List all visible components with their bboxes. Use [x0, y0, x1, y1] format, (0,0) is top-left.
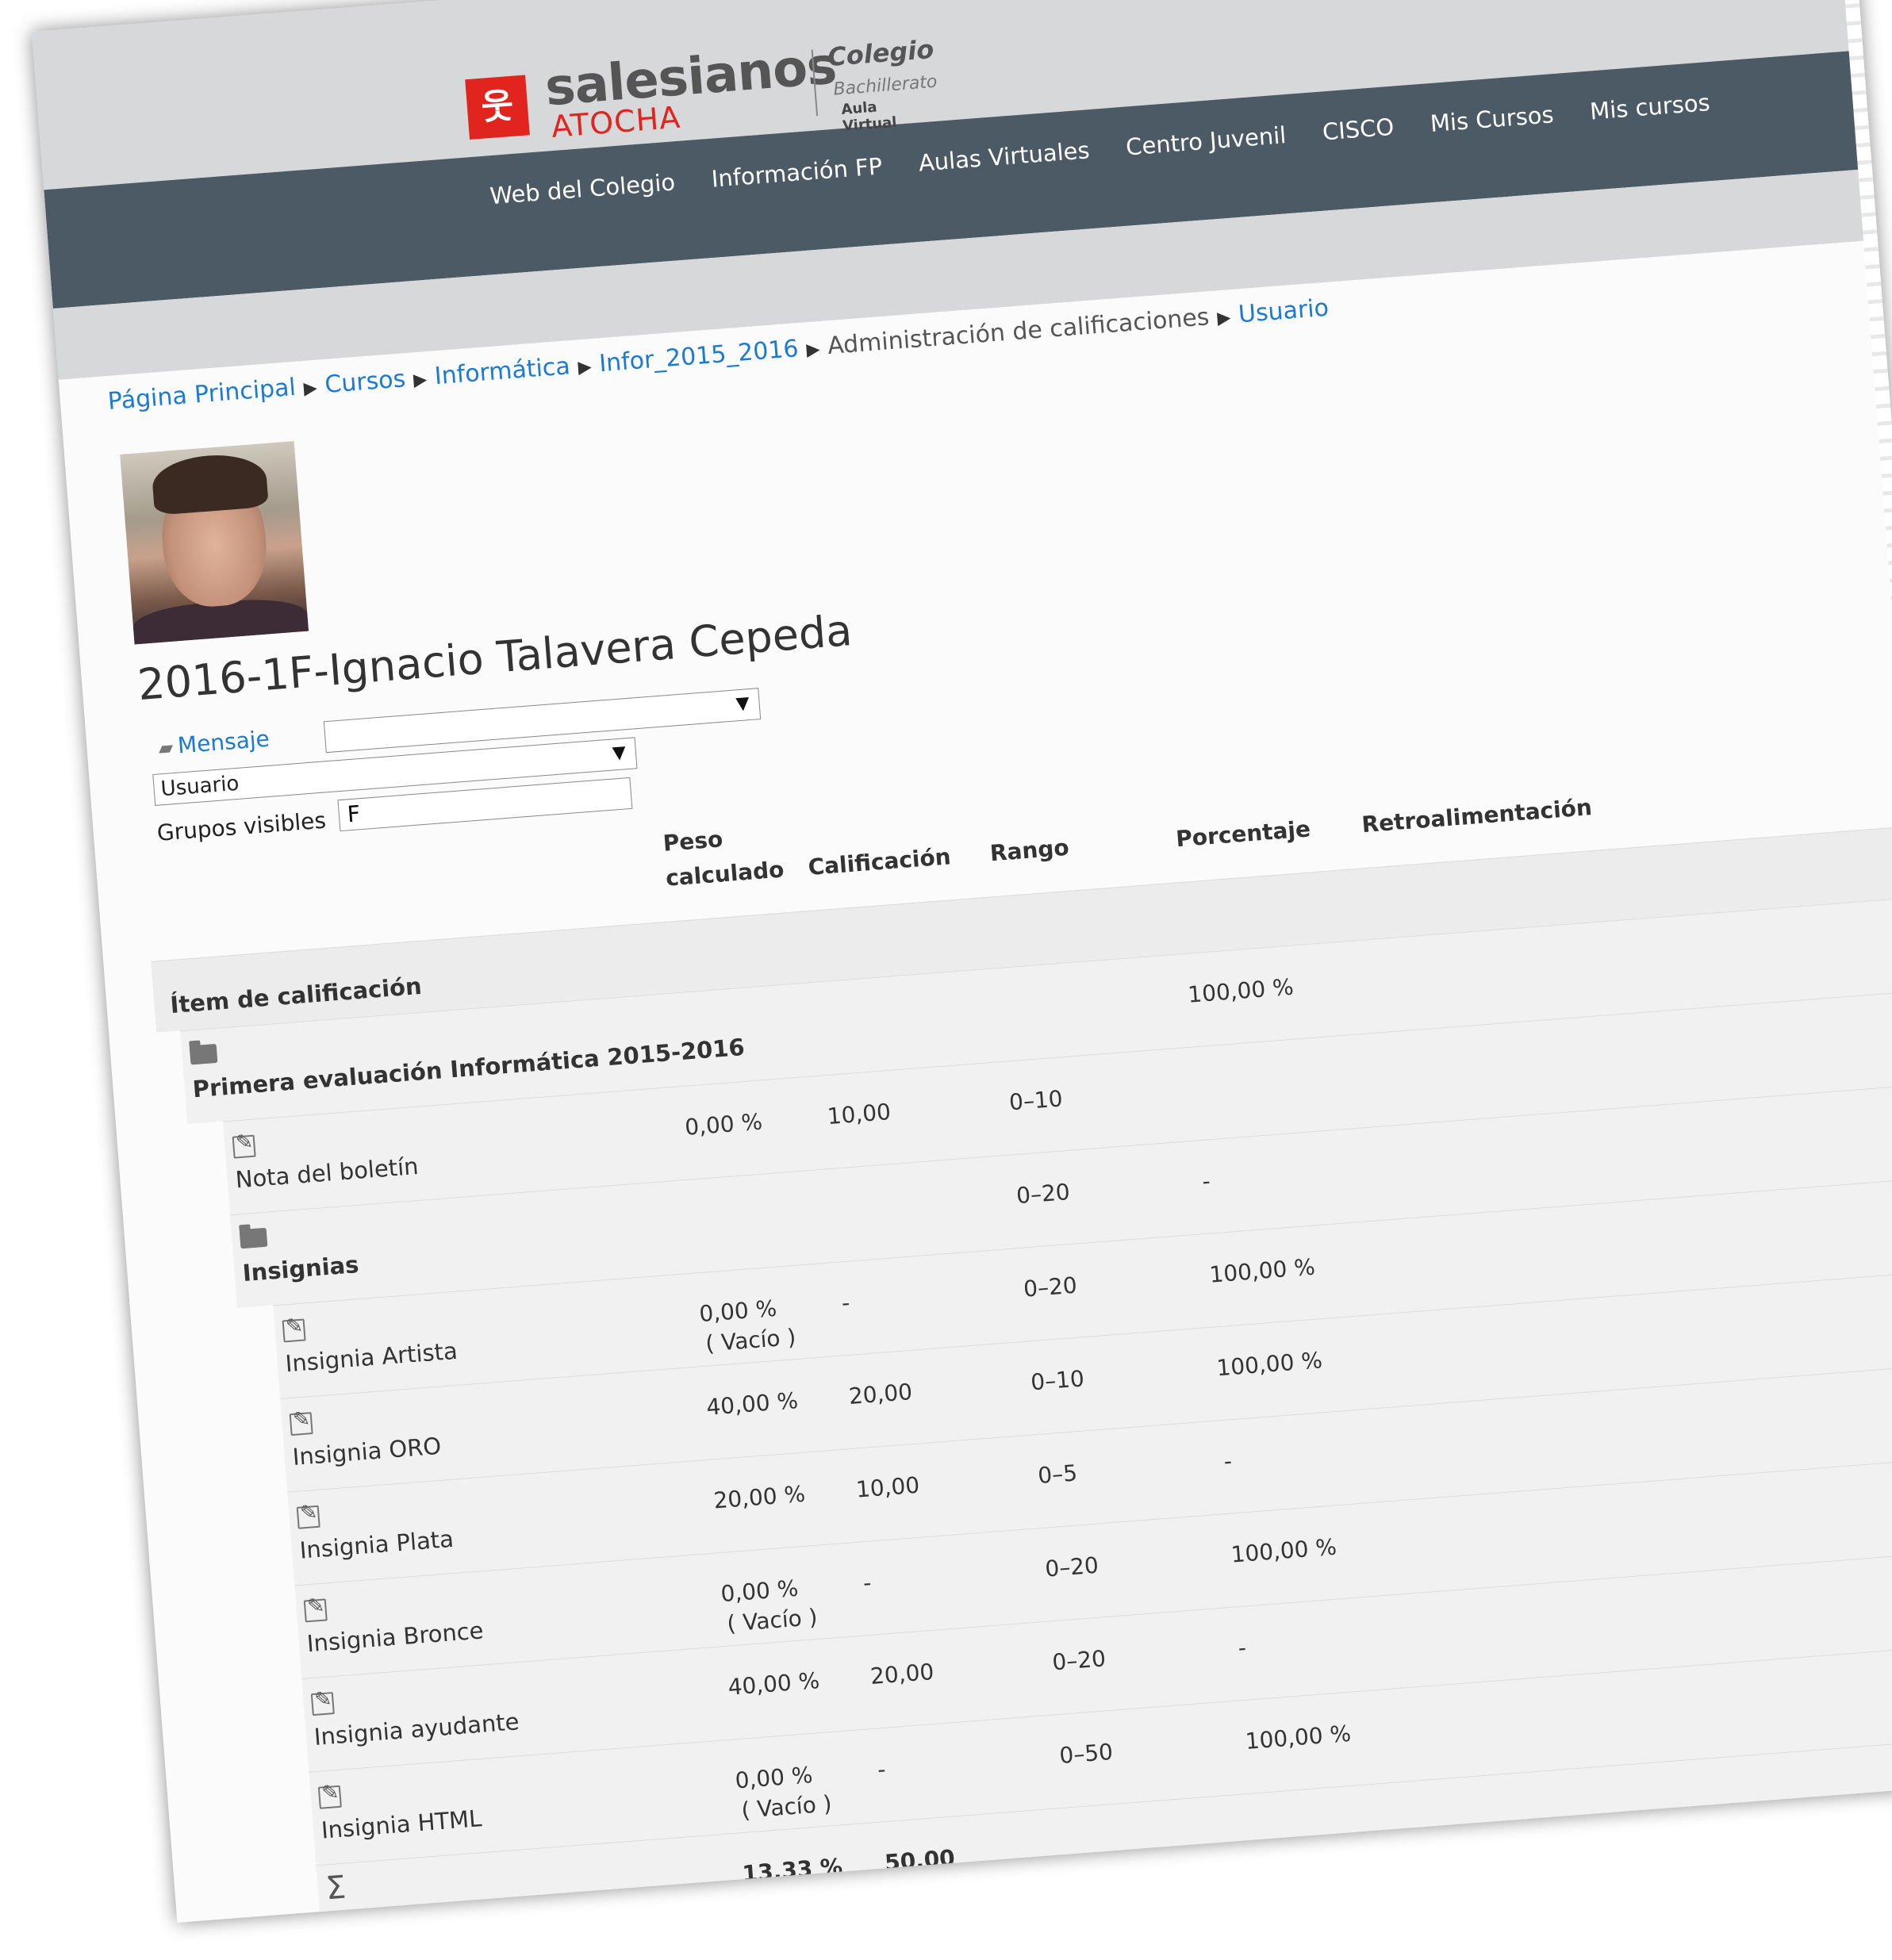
grade-rango: 0–20 — [1044, 1552, 1100, 1582]
edit-item-icon — [232, 1134, 256, 1159]
edit-item-icon — [296, 1505, 320, 1529]
grade-rango: 0–5 — [1037, 1459, 1079, 1490]
edit-item-icon — [303, 1598, 328, 1623]
header-rango: Rango — [988, 834, 1070, 867]
jump-to-select[interactable]: ▼ — [323, 688, 762, 754]
grade-rango: 0–10 — [1030, 1365, 1085, 1396]
grade-calificacion: 10,00 — [826, 1098, 892, 1130]
breadcrumb-home[interactable]: Página Principal — [107, 374, 297, 416]
breadcrumb-separator-icon: ▶ — [302, 378, 318, 399]
header-porcentaje: Porcentaje — [1175, 815, 1312, 853]
breadcrumb-usuario[interactable]: Usuario — [1238, 294, 1330, 329]
folder-icon — [239, 1227, 268, 1249]
user-select-value: Usuario — [159, 771, 240, 802]
header-calificacion: Calificación — [807, 843, 952, 880]
grade-rango: 0–10 — [1007, 1085, 1064, 1116]
page-sheet: 웃 salesianos ATOCHA Colegio Bachillerato… — [32, 0, 1892, 1923]
grade-calificacion: 10,00 — [854, 1471, 921, 1503]
edit-item-icon — [282, 1318, 306, 1343]
breadcrumb-course[interactable]: Infor_2015_2016 — [598, 335, 800, 378]
edit-item-icon — [310, 1692, 335, 1716]
message-link[interactable]: ▰ Mensaje — [157, 725, 271, 761]
speech-bubble-icon: ▰ — [157, 736, 175, 760]
edit-item-icon — [317, 1785, 342, 1809]
edit-item-icon — [289, 1412, 313, 1436]
logo-aula-virtual: Aula Virtual — [840, 98, 898, 135]
grade-rango: 0–20 — [1015, 1178, 1071, 1210]
visible-groups-label: Grupos visibles — [155, 807, 328, 846]
header-retroalimentacion: Retroalimentación — [1360, 794, 1593, 838]
grade-rango: 0–20 — [1051, 1645, 1107, 1676]
grade-calificacion: 20,00 — [869, 1658, 935, 1690]
nav-cisco[interactable]: CISCO — [1322, 113, 1395, 146]
breadcrumb-separator-icon: ▶ — [805, 339, 821, 361]
message-link-label: Mensaje — [176, 725, 271, 759]
breadcrumb-separator-icon: ▶ — [1216, 308, 1232, 329]
dropdown-arrow-icon: ▼ — [735, 693, 750, 715]
breadcrumb-informatica[interactable]: Informática — [434, 352, 571, 390]
breadcrumb-cursos[interactable]: Cursos — [324, 365, 406, 399]
sigma-icon: Σ — [324, 1869, 347, 1908]
people-logo-icon: 웃 — [465, 75, 530, 140]
grade-rango: 0–50 — [1058, 1738, 1115, 1769]
grade-rango: 0–20 — [1023, 1272, 1078, 1302]
header-peso: Peso calculado — [662, 826, 785, 892]
folder-icon — [189, 1043, 218, 1065]
grade-calificacion: 50,00 — [884, 1844, 956, 1877]
breadcrumb-separator-icon: ▶ — [577, 357, 593, 378]
grade-calificacion: 20,00 — [847, 1378, 914, 1410]
visible-groups-value: F — [346, 800, 362, 828]
user-avatar[interactable] — [120, 441, 309, 645]
dropdown-arrow-icon: ▼ — [612, 742, 627, 764]
breadcrumb-separator-icon: ▶ — [413, 370, 428, 391]
